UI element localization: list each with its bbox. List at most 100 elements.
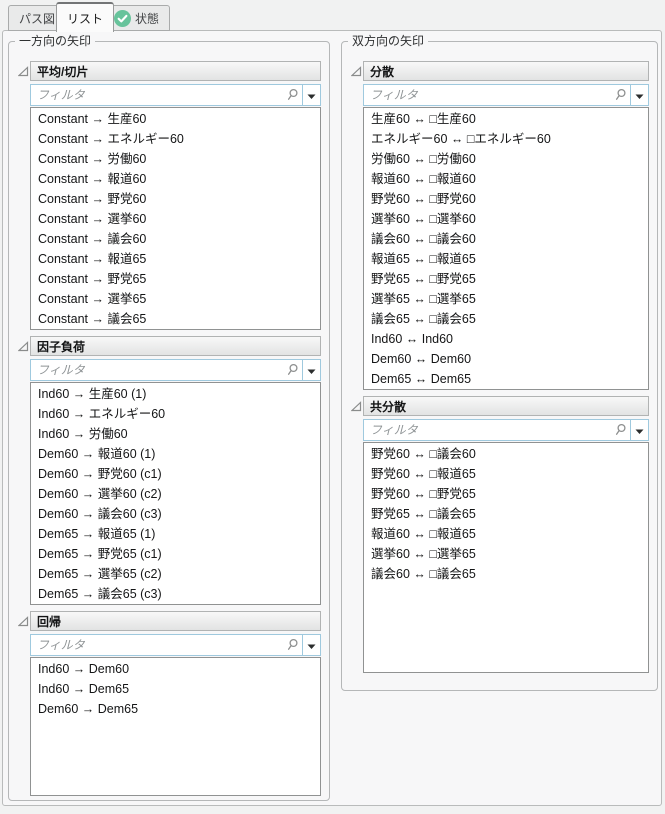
list-item[interactable]: Constant → 選挙60	[31, 209, 320, 229]
tab-label: 状態	[135, 11, 160, 26]
section-variance: 分散生産60 ↔ □生産60エネルギー60 ↔ □エネルギー60労働60 ↔ □…	[351, 61, 649, 390]
search-icon	[610, 85, 630, 105]
list-item[interactable]: Ind60 → 労働60	[31, 424, 320, 444]
section-header-regression[interactable]: 回帰	[18, 611, 321, 631]
filter-dropdown-button[interactable]	[303, 360, 320, 380]
filter-dropdown-button[interactable]	[631, 420, 648, 440]
section-title-bar[interactable]: 回帰	[30, 611, 321, 631]
list-item[interactable]: Ind60 → Dem65	[31, 679, 320, 699]
search-icon	[610, 420, 630, 440]
section-header-factor-loading[interactable]: 因子負荷	[18, 336, 321, 356]
list-item[interactable]: 選挙60 ↔ □選挙65	[364, 544, 648, 564]
list-item[interactable]: 報道60 ↔ □報道65	[364, 524, 648, 544]
list-item[interactable]: Dem60 → 野党60 (c1)	[31, 464, 320, 484]
filter-input[interactable]	[31, 85, 282, 105]
list-item[interactable]: Dem60 → 選挙60 (c2)	[31, 484, 320, 504]
list-item[interactable]: 野党60 ↔ □報道65	[364, 464, 648, 484]
list-item[interactable]: Dem65 → 議会65 (c3)	[31, 584, 320, 604]
chevron-down-icon	[307, 88, 316, 103]
filter-covariance	[363, 419, 649, 441]
disclosure-triangle-icon[interactable]	[18, 611, 30, 631]
list-covariance: 野党60 ↔ □議会60 野党60 ↔ □報道65 野党60 ↔ □野党65 野党65…	[363, 442, 649, 673]
list-item[interactable]: 野党65 ↔ □議会65	[364, 504, 648, 524]
tab-list[interactable]: リスト	[56, 2, 115, 32]
filter-input[interactable]	[31, 635, 282, 655]
tab-bar: パス図 リスト 状態	[0, 0, 665, 32]
list-item[interactable]: Constant → エネルギー60	[31, 129, 320, 149]
filter-input[interactable]	[31, 360, 282, 380]
list-item[interactable]: Dem65 → 選挙65 (c2)	[31, 564, 320, 584]
list-item[interactable]: 野党60 ↔ □野党60	[364, 189, 648, 209]
section-header-mean-intercept[interactable]: 平均/切片	[18, 61, 321, 81]
filter-dropdown-button[interactable]	[631, 85, 648, 105]
search-icon	[282, 635, 302, 655]
section-header-covariance[interactable]: 共分散	[351, 396, 649, 416]
list-item[interactable]: 野党65 ↔ □野党65	[364, 269, 648, 289]
list-item[interactable]: 報道65 ↔ □報道65	[364, 249, 648, 269]
section-title-bar[interactable]: 分散	[363, 61, 649, 81]
list-item[interactable]: 議会65 ↔ □議会65	[364, 309, 648, 329]
tab-content-panel: 一方向の矢印 平均/切片 Constant → 生産60Constant → エネ…	[2, 30, 662, 806]
chevron-down-icon	[635, 88, 644, 103]
list-item[interactable]: Dem65 ↔ Dem65	[364, 369, 648, 389]
section-title: 共分散	[370, 399, 407, 414]
list-mean-intercept: Constant → 生産60 Constant → エネルギー60 Constan…	[30, 107, 321, 330]
list-item[interactable]: Dem60 → Dem65	[31, 699, 320, 719]
list-item[interactable]: Dem60 → 議会60 (c3)	[31, 504, 320, 524]
section-mean-intercept: 平均/切片Constant → 生産60Constant → エネルギー60Co…	[18, 61, 321, 330]
list-item[interactable]: Constant → 報道60	[31, 169, 320, 189]
list-item[interactable]: Ind60 → エネルギー60	[31, 404, 320, 424]
group-title-twoway: 双方向の矢印	[348, 34, 429, 49]
list-item[interactable]: 選挙65 ↔ □選挙65	[364, 289, 648, 309]
list-item[interactable]: Ind60 ↔ Ind60	[364, 329, 648, 349]
list-item[interactable]: 労働60 ↔ □労働60	[364, 149, 648, 169]
section-title: 因子負荷	[37, 339, 86, 354]
list-item[interactable]: 生産60 ↔ □生産60	[364, 109, 648, 129]
section-title-bar[interactable]: 因子負荷	[30, 336, 321, 356]
filter-input[interactable]	[364, 85, 610, 105]
list-item[interactable]: Ind60 → Dem60	[31, 659, 320, 679]
list-item[interactable]: 報道60 ↔ □報道60	[364, 169, 648, 189]
disclosure-triangle-icon[interactable]	[18, 61, 30, 81]
disclosure-triangle-icon[interactable]	[18, 336, 30, 356]
list-item[interactable]: Dem65 → 野党65 (c1)	[31, 544, 320, 564]
list-item[interactable]: 野党60 ↔ □議会60	[364, 444, 648, 464]
list-item[interactable]: Constant → 野党65	[31, 269, 320, 289]
list-item[interactable]: 野党60 ↔ □野党65	[364, 484, 648, 504]
tab-label: リスト	[67, 11, 104, 26]
search-icon	[282, 85, 302, 105]
list-item[interactable]: Constant → 議会60	[31, 229, 320, 249]
section-regression: 回帰 Ind60 → Dem60Ind60 → Dem65Dem60 → Dem6…	[18, 611, 321, 796]
list-item[interactable]: Constant → 生産60	[31, 109, 320, 129]
section-title-bar[interactable]: 平均/切片	[30, 61, 321, 81]
list-item[interactable]: 議会60 ↔ □議会60	[364, 229, 648, 249]
filter-factor-loading	[30, 359, 321, 381]
list-item[interactable]: Dem60 → 報道60 (1)	[31, 444, 320, 464]
list-item[interactable]: Constant → 野党60	[31, 189, 320, 209]
chevron-down-icon	[307, 363, 316, 378]
section-title: 回帰	[37, 614, 62, 629]
list-item[interactable]: Ind60 → 生産60 (1)	[31, 384, 320, 404]
filter-input[interactable]	[364, 420, 610, 440]
section-header-variance[interactable]: 分散	[351, 61, 649, 81]
section-title-bar[interactable]: 共分散	[363, 396, 649, 416]
disclosure-triangle-icon[interactable]	[351, 396, 363, 416]
list-factor-loading: Ind60 → 生産60 (1) Ind60 → エネルギー60 Ind60 → 労…	[30, 382, 321, 605]
list-item[interactable]: Constant → 労働60	[31, 149, 320, 169]
filter-dropdown-button[interactable]	[303, 635, 320, 655]
filter-regression	[30, 634, 321, 656]
list-item[interactable]: Dem60 ↔ Dem60	[364, 349, 648, 369]
list-item[interactable]: Dem65 → 報道65 (1)	[31, 524, 320, 544]
group-oneway-arrows: 一方向の矢印 平均/切片 Constant → 生産60Constant → エネ…	[8, 34, 330, 801]
filter-dropdown-button[interactable]	[303, 85, 320, 105]
list-item[interactable]: エネルギー60 ↔ □エネルギー60	[364, 129, 648, 149]
section-factor-loading: 因子負荷 Ind60 → 生産60 (1)Ind60 → エネルギー60Ind60…	[18, 336, 321, 605]
list-item[interactable]: Constant → 選挙65	[31, 289, 320, 309]
list-item[interactable]: 議会60 ↔ □議会65	[364, 564, 648, 584]
list-variance: 生産60 ↔ □生産60 エネルギー60 ↔ □エネルギー60 労働60 ↔ □労働…	[363, 107, 649, 390]
group-title-oneway: 一方向の矢印	[15, 34, 96, 49]
list-item[interactable]: Constant → 議会65	[31, 309, 320, 329]
list-item[interactable]: 選挙60 ↔ □選挙60	[364, 209, 648, 229]
disclosure-triangle-icon[interactable]	[351, 61, 363, 81]
list-item[interactable]: Constant → 報道65	[31, 249, 320, 269]
